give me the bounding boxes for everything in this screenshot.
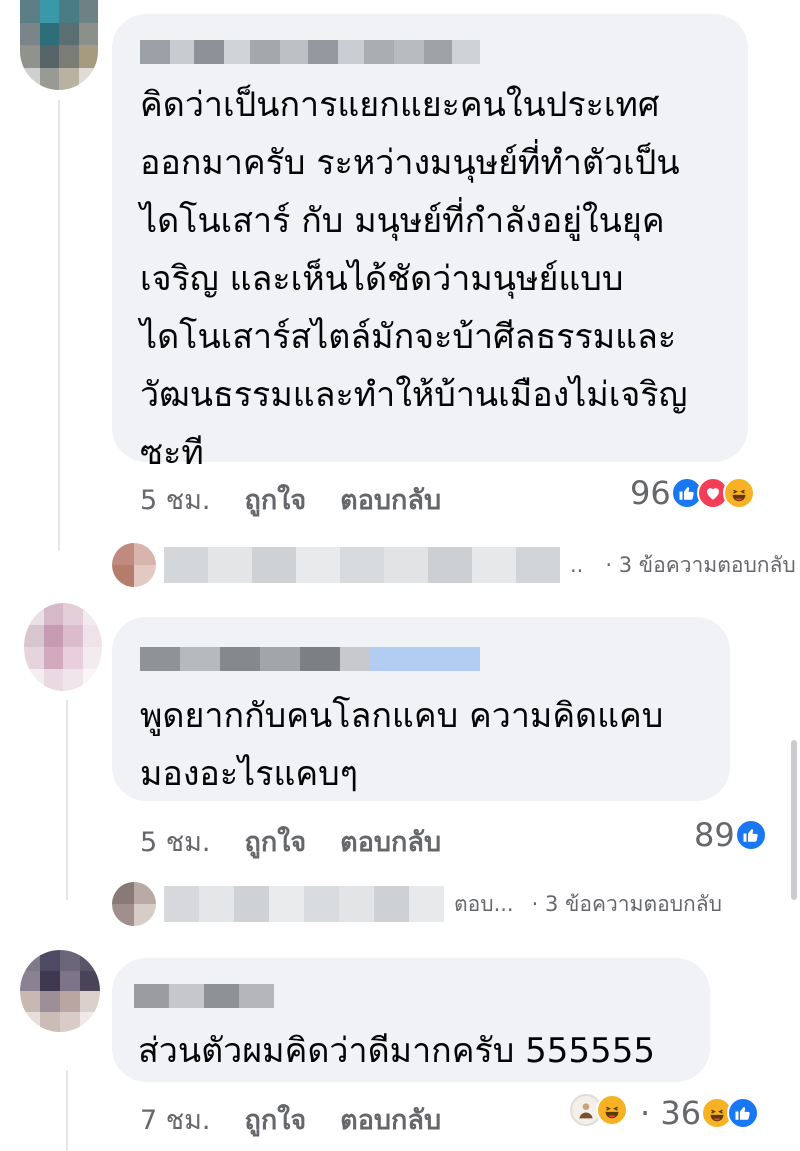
- like-icon: [734, 819, 767, 851]
- reaction-summary[interactable]: 96: [630, 474, 755, 512]
- reply-preview: [164, 886, 444, 922]
- replies-toggle[interactable]: .. · 3 ข้อความตอบกลับ: [112, 543, 796, 587]
- comment-text: คิดว่าเป็นการแยกแยะคนในประเทศ ออกมาครับ …: [140, 85, 688, 473]
- avatar: [112, 543, 156, 587]
- commenter-name[interactable]: [140, 40, 490, 64]
- avatar[interactable]: [20, 0, 98, 90]
- reply-button[interactable]: ตอบกลับ: [340, 1098, 441, 1141]
- timestamp[interactable]: 5 ชม.: [140, 478, 210, 521]
- comment-actions: 5 ชม. ถูกใจ ตอบกลับ: [140, 478, 441, 521]
- reply-count[interactable]: · 3 ข้อความตอบกลับ: [605, 549, 795, 582]
- reply-preview-text: ..: [570, 553, 584, 577]
- comment-text: ส่วนตัวผมคิดว่าดีมากครับ 555555: [138, 1031, 655, 1071]
- timestamp[interactable]: 5 ชม.: [140, 820, 210, 863]
- comment-actions: 5 ชม. ถูกใจ ตอบกลับ: [140, 820, 441, 863]
- thread-line: [66, 700, 68, 900]
- like-button[interactable]: ถูกใจ: [244, 820, 306, 863]
- reply-preview: [164, 547, 560, 583]
- avatar: [112, 882, 156, 926]
- replies-toggle[interactable]: ตอบ... · 3 ข้อความตอบกลับ: [112, 882, 722, 926]
- reaction-summary[interactable]: · 36: [640, 1094, 760, 1132]
- reaction-count: 89: [694, 816, 735, 854]
- reactor-avatars[interactable]: [570, 1094, 628, 1126]
- like-button[interactable]: ถูกใจ: [244, 1098, 306, 1141]
- like-button[interactable]: ถูกใจ: [244, 478, 306, 521]
- thread-line: [58, 100, 60, 550]
- scrollbar[interactable]: [791, 740, 797, 900]
- reply-preview-text: ตอบ...: [454, 891, 514, 916]
- reply-button[interactable]: ตอบกลับ: [340, 820, 441, 863]
- reaction-summary[interactable]: 89: [694, 816, 767, 854]
- comment-actions: 7 ชม. ถูกใจ ตอบกลับ: [140, 1098, 441, 1141]
- reaction-count: · 36: [640, 1094, 702, 1132]
- avatar[interactable]: [24, 603, 102, 691]
- comment-text: พูดยากกับคนโลกแคบ ความคิดแคบ มองอะไรแคบๆ: [140, 696, 664, 794]
- reply-button[interactable]: ตอบกลับ: [340, 478, 441, 521]
- avatar[interactable]: [20, 950, 100, 1032]
- reply-count[interactable]: · 3 ข้อความตอบกลับ: [532, 888, 722, 921]
- commenter-name[interactable]: [140, 647, 490, 671]
- haha-icon: [596, 1094, 628, 1126]
- haha-icon: [722, 477, 755, 509]
- like-icon: [727, 1097, 760, 1129]
- reaction-count: 96: [630, 474, 671, 512]
- thread-line: [66, 1070, 68, 1150]
- commenter-name[interactable]: [134, 984, 274, 1008]
- timestamp[interactable]: 7 ชม.: [140, 1098, 210, 1141]
